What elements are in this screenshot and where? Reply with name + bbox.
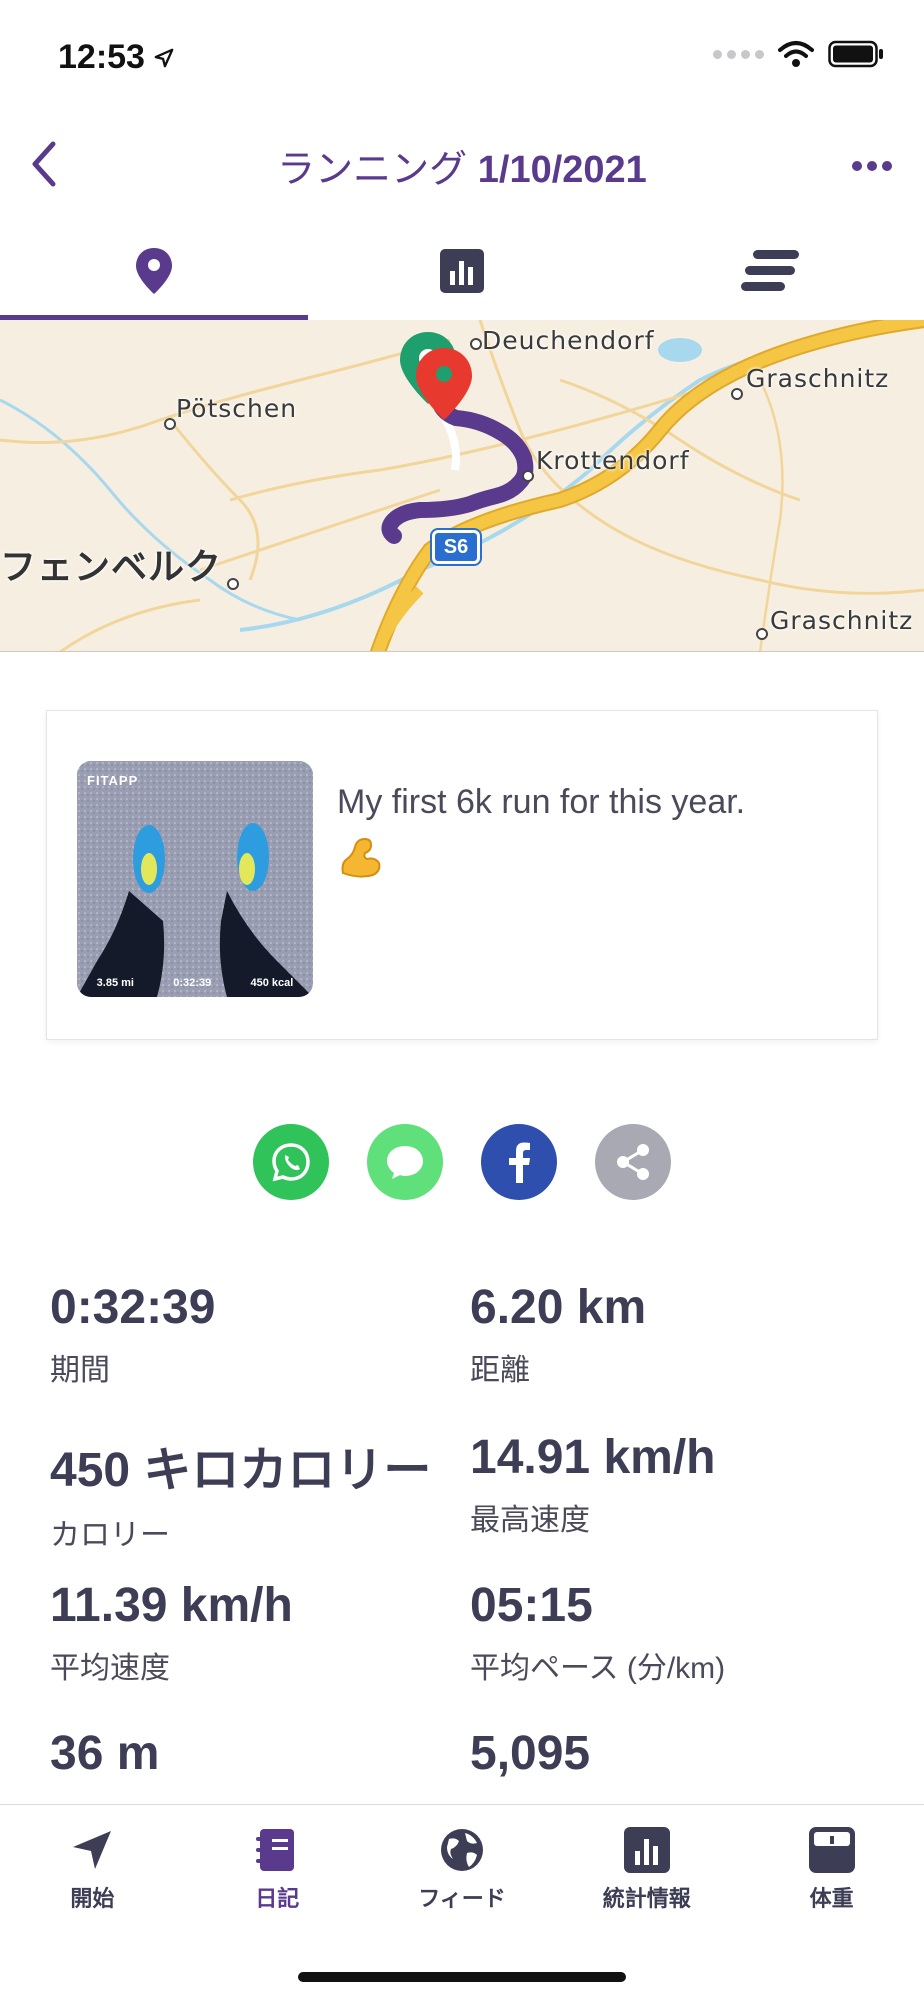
- stat-steps: 5,095: [470, 1726, 880, 1781]
- share-more-button[interactable]: [595, 1124, 671, 1200]
- map-label-krottendorf: Krottendorf: [536, 446, 690, 475]
- tab-feed[interactable]: フィード: [370, 1805, 555, 1929]
- tab-diary[interactable]: 日記: [185, 1805, 370, 1929]
- share-facebook-button[interactable]: [481, 1124, 557, 1200]
- map-label-graschnitz-top: Graschnitz: [746, 364, 890, 393]
- stat-max-speed: 14.91 km/h 最高速度: [470, 1430, 880, 1539]
- tab-label: 日記: [255, 1886, 300, 1911]
- tab-statistics[interactable]: 統計情報: [554, 1805, 739, 1929]
- stat-duration: 0:32:39 期間: [50, 1280, 460, 1389]
- activity-photo[interactable]: FITAPP 3.85 mi 0:32:39 450 kcal: [77, 761, 313, 997]
- tab-charts[interactable]: [308, 222, 616, 320]
- stat-calories: 450 キロカロリー カロリー: [50, 1430, 440, 1554]
- road-badge-s6: S6: [432, 530, 480, 564]
- route-map[interactable]: Deuchendorf Pötschen Graschnitz Krottend…: [0, 320, 924, 652]
- note-card[interactable]: FITAPP 3.85 mi 0:32:39 450 kcal My first…: [46, 710, 878, 1040]
- photo-brand: FITAPP: [87, 773, 139, 788]
- stat-value: 0:32:39: [50, 1281, 216, 1334]
- bar-chart-icon: [440, 249, 484, 293]
- stat-label: 平均ペース (分/km): [470, 1652, 726, 1685]
- globe-icon: [440, 1829, 483, 1871]
- stat-value: 11.39 km/h: [50, 1579, 293, 1632]
- stat-label: 期間: [50, 1354, 110, 1387]
- share-buttons: [0, 1124, 924, 1200]
- location-arrow-icon: [154, 48, 174, 67]
- stat-value: 6.20 km: [470, 1281, 647, 1334]
- tab-label: 開始: [70, 1886, 115, 1911]
- bottom-tab-bar: 開始 日記 フィード 統計情報 体重: [0, 1804, 924, 2000]
- tab-details[interactable]: [616, 222, 924, 320]
- stat-value: 5,095: [470, 1727, 591, 1780]
- stat-label: 最高速度: [470, 1504, 590, 1537]
- more-options-button[interactable]: [842, 136, 902, 196]
- flexed-biceps-icon: [341, 837, 381, 878]
- tab-label: 統計情報: [602, 1886, 691, 1911]
- tab-start[interactable]: 開始: [0, 1805, 185, 1929]
- tab-map[interactable]: [0, 222, 308, 320]
- ellipsis-icon: [852, 161, 892, 171]
- stat-value: 05:15: [470, 1579, 593, 1632]
- map-pin-icon: [136, 248, 172, 294]
- share-message-button[interactable]: [367, 1124, 443, 1200]
- stat-label: カロリー: [50, 1519, 170, 1552]
- activity-type: ランニング: [277, 149, 468, 191]
- share-icon: [617, 1144, 649, 1180]
- battery-icon: [828, 40, 883, 68]
- photo-distance: 3.85 mi: [96, 977, 134, 989]
- photo-calories: 450 kcal: [250, 977, 294, 989]
- view-tabs: [0, 222, 924, 320]
- navigation-bar: ランニング 1/10/2021: [0, 120, 924, 210]
- status-bar: 12:53: [0, 0, 924, 120]
- stat-value: 36 m: [50, 1727, 160, 1780]
- photo-scene: [77, 761, 313, 997]
- tab-label: 体重: [809, 1886, 854, 1911]
- stat-average-speed: 11.39 km/h 平均速度: [50, 1578, 460, 1687]
- stat-value: 14.91 km/h: [470, 1431, 716, 1484]
- cellular-signal-icon: [713, 49, 764, 59]
- statistics-icon: [623, 1827, 670, 1873]
- photo-stats: 3.85 mi 0:32:39 450 kcal: [77, 977, 313, 989]
- list-icon: [741, 250, 799, 291]
- stat-elevation: 36 m: [50, 1726, 460, 1781]
- end-pin-icon[interactable]: [414, 346, 474, 422]
- share-whatsapp-button[interactable]: [253, 1124, 329, 1200]
- stat-label: 平均速度: [50, 1652, 170, 1685]
- map-label-kapfenberg: フェンベルク: [0, 547, 223, 588]
- facebook-icon: [509, 1142, 530, 1183]
- clock-text: 12:53: [58, 38, 145, 76]
- stat-distance: 6.20 km 距離: [470, 1280, 880, 1389]
- wifi-icon: [778, 41, 814, 67]
- status-time: 12:53: [58, 38, 175, 77]
- map-label-potschen: Pötschen: [176, 394, 298, 423]
- page-title: ランニング 1/10/2021: [0, 138, 924, 193]
- activity-date: 1/10/2021: [477, 149, 647, 191]
- home-indicator[interactable]: [298, 1972, 626, 1982]
- stat-label: 距離: [470, 1354, 530, 1387]
- map-label-deuchendorf: Deuchendorf: [482, 326, 655, 355]
- photo-duration: 0:32:39: [173, 977, 212, 989]
- diary-icon: [256, 1829, 295, 1871]
- scale-icon: [808, 1827, 855, 1873]
- stat-average-pace: 05:15 平均ペース (分/km): [470, 1578, 880, 1687]
- stat-value: 450 キロカロリー: [50, 1444, 432, 1497]
- note-text: My first 6k run for this year.: [337, 783, 746, 821]
- whatsapp-icon: [272, 1143, 310, 1182]
- map-label-graschnitz-bottom: Graschnitz: [770, 606, 914, 635]
- tab-label: フィード: [418, 1886, 506, 1911]
- tab-weight[interactable]: 体重: [739, 1805, 924, 1929]
- message-icon: [387, 1146, 423, 1179]
- navigation-arrow-icon: [73, 1831, 112, 1869]
- status-indicators: [713, 40, 884, 68]
